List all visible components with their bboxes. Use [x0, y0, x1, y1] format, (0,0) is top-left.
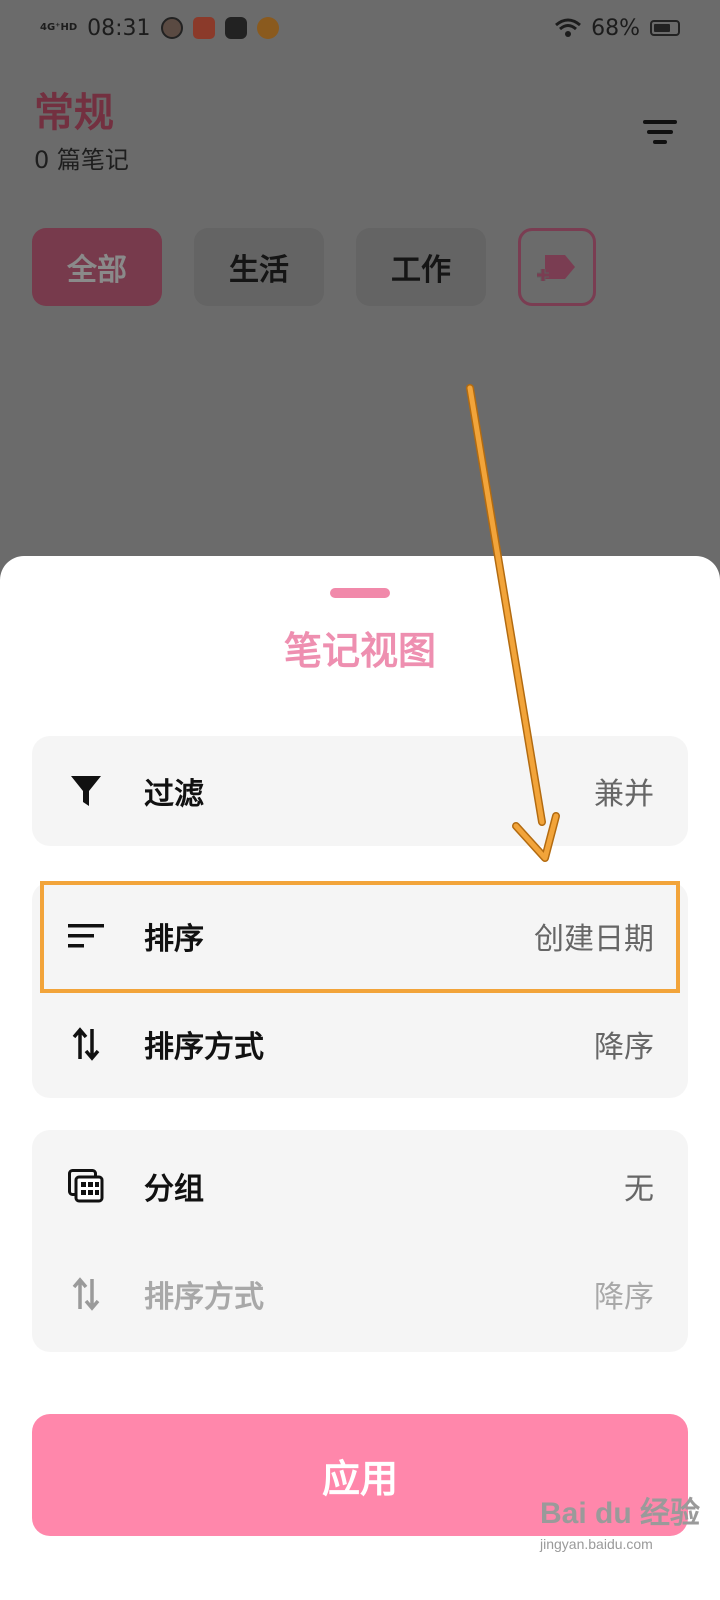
- network-indicator: 4G⁺HD: [40, 22, 78, 33]
- sort-card: 排序 创建日期 排序方式 降序: [32, 882, 688, 1098]
- battery-percent: 68%: [591, 15, 640, 41]
- sort-order-value: 降序: [594, 1030, 654, 1065]
- sort-direction-icon: [68, 1026, 104, 1062]
- funnel-icon: [68, 773, 104, 809]
- sort-row[interactable]: 排序 创建日期: [32, 886, 688, 986]
- chip-work[interactable]: 工作: [356, 228, 486, 306]
- chip-life[interactable]: 生活: [194, 228, 324, 306]
- watermark-logo-text: Bai du 经验: [540, 1497, 701, 1530]
- sheet-drag-handle[interactable]: [330, 588, 390, 598]
- sort-value: 创建日期: [534, 922, 654, 957]
- sort-direction-icon: [68, 1276, 104, 1312]
- group-value: 无: [624, 1172, 654, 1207]
- group-card: 分组 无 排序方式 降序: [32, 1130, 688, 1352]
- add-tag-icon: [537, 255, 575, 281]
- group-row[interactable]: 分组 无: [32, 1136, 688, 1236]
- group-sort-order-row: 排序方式 降序: [32, 1244, 688, 1344]
- filter-line-icon: [647, 130, 673, 134]
- filter-line-icon: [643, 120, 677, 124]
- notification-app-icon: [224, 17, 247, 39]
- filter-card: 过滤 兼并: [32, 736, 688, 846]
- chip-all[interactable]: 全部: [32, 228, 162, 306]
- group-sort-order-value: 降序: [594, 1280, 654, 1315]
- add-tag-button[interactable]: [518, 228, 596, 306]
- filter-line-icon: [653, 140, 667, 144]
- note-count: 0 篇笔记: [34, 146, 129, 174]
- page-title: 常规: [34, 90, 114, 136]
- group-sort-order-label: 排序方式: [144, 1280, 264, 1315]
- status-bar: 4G⁺HD 08:31 68%: [0, 0, 720, 56]
- filter-label: 过滤: [144, 777, 204, 812]
- status-right: 68%: [555, 16, 680, 41]
- status-left: 4G⁺HD 08:31: [40, 16, 279, 41]
- category-chips: 全部 生活 工作: [32, 228, 596, 306]
- filter-row[interactable]: 过滤 兼并: [32, 741, 688, 841]
- group-icon: [68, 1168, 104, 1204]
- watermark: Bai du 经验 jingyan.baidu.com: [540, 1488, 710, 1588]
- notification-app-icon: [160, 17, 183, 39]
- sort-label: 排序: [144, 922, 204, 957]
- sort-order-row[interactable]: 排序方式 降序: [32, 994, 688, 1094]
- group-label: 分组: [144, 1172, 204, 1207]
- sort-lines-icon: [68, 918, 104, 954]
- filter-value: 兼并: [594, 777, 654, 812]
- notification-app-icon: [256, 17, 279, 39]
- notification-app-icon: [192, 17, 215, 39]
- watermark-url: jingyan.baidu.com: [540, 1536, 653, 1552]
- note-view-sheet: 笔记视图 过滤 兼并 排序 创建日期 排序方式 降序 分组 无 排序方式 降序 …: [0, 556, 720, 1600]
- sort-order-label: 排序方式: [144, 1030, 264, 1065]
- filter-menu-button[interactable]: [640, 120, 680, 148]
- wifi-icon: [555, 18, 582, 37]
- status-time: 08:31: [87, 15, 151, 41]
- battery-icon: [650, 20, 680, 36]
- sheet-title: 笔记视图: [283, 629, 436, 673]
